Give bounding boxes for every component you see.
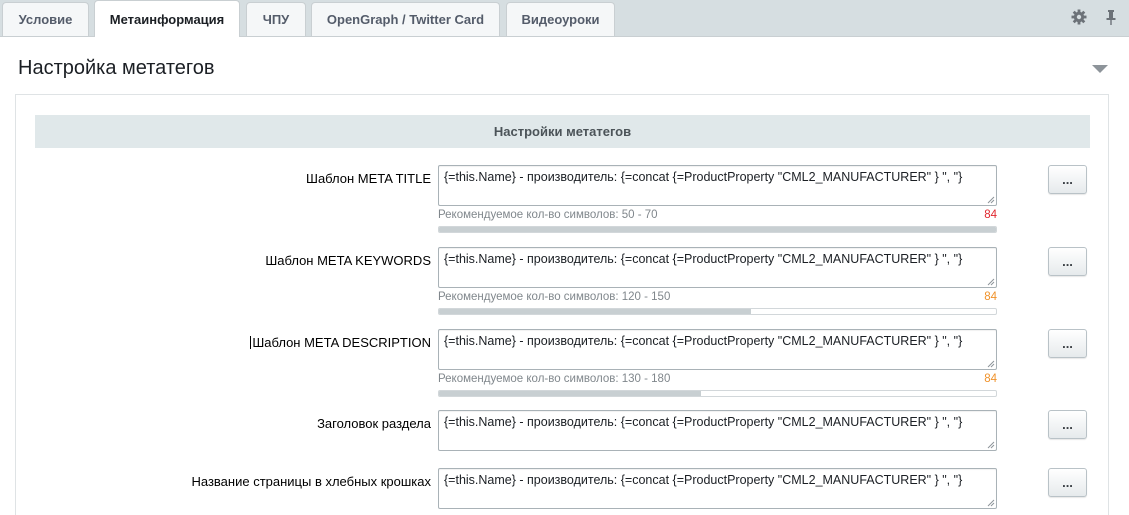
pin-icon[interactable] <box>1102 8 1120 26</box>
section-heading-input[interactable]: {=this.Name} - производитель: {=concat {… <box>438 410 997 451</box>
char-count: 84 <box>984 209 997 221</box>
tab-sef-urls[interactable]: ЧПУ <box>246 2 306 36</box>
resize-handle-icon[interactable] <box>987 278 995 286</box>
char-count: 84 <box>984 291 997 303</box>
resize-handle-icon[interactable] <box>987 499 995 507</box>
field-value: {=this.Name} - производитель: {=concat {… <box>444 334 963 348</box>
resize-handle-icon[interactable] <box>987 196 995 204</box>
hint-text: Рекомендуемое кол-во символов: 50 - 70 <box>438 209 658 221</box>
recommended-length-hint: Рекомендуемое кол-во символов: 130 - 180… <box>438 373 997 385</box>
resize-handle-icon[interactable] <box>987 360 995 368</box>
hint-text: Рекомендуемое кол-во символов: 130 - 180 <box>438 373 671 385</box>
resize-handle-icon[interactable] <box>987 441 995 449</box>
metatags-block: Настройки метатегов Шаблон META TITLE {=… <box>15 94 1109 515</box>
section-title: Настройка метатегов <box>18 57 215 79</box>
insert-macro-button[interactable]: ... <box>1048 247 1087 276</box>
settings-panel: Настройка метатегов Настройки метатегов … <box>0 36 1129 515</box>
insert-macro-button[interactable]: ... <box>1048 410 1087 439</box>
tab-video-lessons[interactable]: Видеоуроки <box>506 2 615 36</box>
gear-icon[interactable] <box>1070 8 1088 26</box>
field-label: Шаблон META KEYWORDS <box>265 253 431 268</box>
meta-keywords-input[interactable]: {=this.Name} - производитель: {=concat {… <box>438 247 997 288</box>
field-value: {=this.Name} - производитель: {=concat {… <box>444 170 963 184</box>
length-progress-bar <box>438 390 997 397</box>
insert-macro-button[interactable]: ... <box>1048 329 1087 358</box>
meta-title-input[interactable]: {=this.Name} - производитель: {=concat {… <box>438 165 997 206</box>
breadcrumb-name-input[interactable]: {=this.Name} - производитель: {=concat {… <box>438 468 997 509</box>
length-progress-bar <box>438 226 997 233</box>
recommended-length-hint: Рекомендуемое кол-во символов: 120 - 150… <box>438 291 997 303</box>
char-count: 84 <box>984 373 997 385</box>
field-value: {=this.Name} - производитель: {=concat {… <box>444 252 963 266</box>
field-label: Шаблон META DESCRIPTION <box>250 335 431 350</box>
field-label: Название страницы в хлебных крошках <box>191 474 431 489</box>
insert-macro-button[interactable]: ... <box>1048 165 1087 194</box>
tab-opengraph[interactable]: OpenGraph / Twitter Card <box>311 2 500 36</box>
field-label: Шаблон META TITLE <box>306 171 431 186</box>
field-value: {=this.Name} - производитель: {=concat {… <box>444 415 963 429</box>
recommended-length-hint: Рекомендуемое кол-во символов: 50 - 70 8… <box>438 209 997 221</box>
subsection-header: Настройки метатегов <box>35 115 1090 148</box>
field-value: {=this.Name} - производитель: {=concat {… <box>444 473 963 487</box>
length-progress-bar <box>438 308 997 315</box>
insert-macro-button[interactable]: ... <box>1048 468 1087 497</box>
progress-fill <box>439 309 751 314</box>
tab-metainfo[interactable]: Метаинформация <box>94 0 240 37</box>
tab-bar: Условие Метаинформация ЧПУ OpenGraph / T… <box>0 0 1129 37</box>
field-label: Заголовок раздела <box>317 416 431 431</box>
collapse-arrow-icon[interactable] <box>1092 65 1108 73</box>
progress-fill <box>439 391 701 396</box>
field-label-text: Шаблон META DESCRIPTION <box>252 335 431 350</box>
meta-description-input[interactable]: {=this.Name} - производитель: {=concat {… <box>438 329 997 370</box>
progress-fill <box>439 227 996 232</box>
tab-condition[interactable]: Условие <box>2 2 89 36</box>
hint-text: Рекомендуемое кол-во символов: 120 - 150 <box>438 291 671 303</box>
